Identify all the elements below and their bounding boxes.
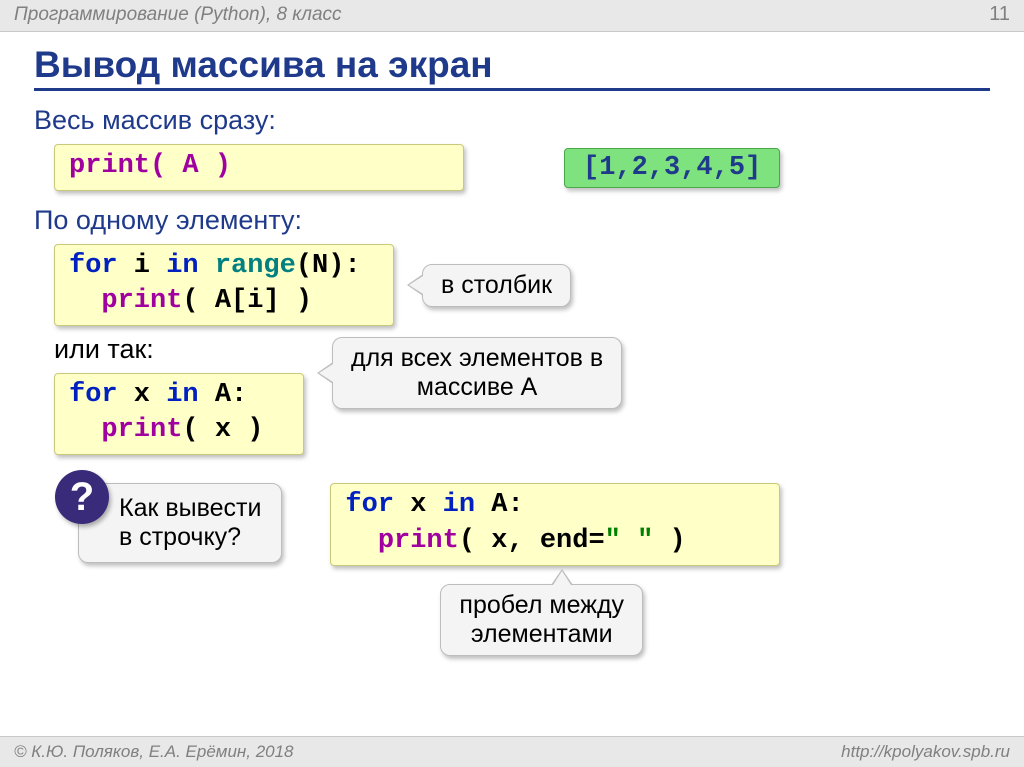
copyright: © К.Ю. Поляков, Е.А. Ерёмин, 2018 [14,742,294,762]
section-per-element: По одному элементу: [34,205,990,236]
note-column: в столбик [422,264,571,307]
code-for-end: for x in A: print( x, end=" " ) [330,483,780,565]
page-number: 11 [989,3,1010,26]
slide-header: Программирование (Python), 8 класс 11 [0,0,1024,32]
site-url: http://kpolyakov.spb.ru [841,742,1010,762]
code-for-range: for i in range(N): print( A[i] ) [54,244,394,326]
course-title: Программирование (Python), 8 класс [14,4,342,26]
code-print-a: print( A ) [54,144,464,191]
page-title: Вывод массива на экран [34,44,990,91]
slide-content: Вывод массива на экран Весь массив сразу… [0,32,1024,656]
note-space: пробел между элементами [440,584,643,656]
code-for-x: for x in A: print( x ) [54,373,304,455]
section-whole-array: Весь массив сразу: [34,105,990,136]
output-array: [1,2,3,4,5] [564,148,780,188]
question-box: ? Как вывести в строчку? [78,483,282,563]
question-icon: ? [55,470,109,524]
slide-footer: © К.Ю. Поляков, Е.А. Ерёмин, 2018 http:/… [0,736,1024,767]
note-for-all: для всех элементов в массиве A [332,337,622,409]
